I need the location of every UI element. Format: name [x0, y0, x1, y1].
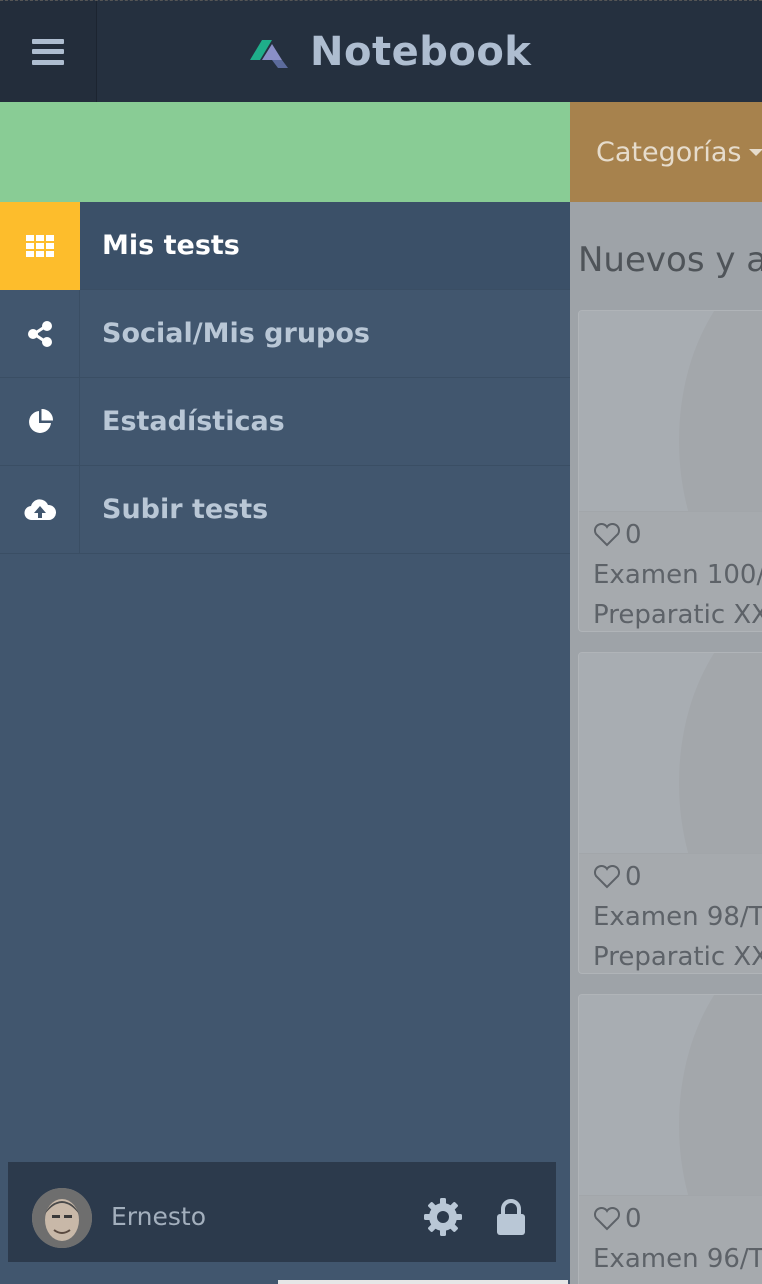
sidebar-item-social[interactable]: Social/Mis grupos: [0, 289, 570, 378]
user-panel: Ernesto: [8, 1162, 556, 1262]
likes-count: 0: [625, 520, 642, 550]
test-card[interactable]: 0 Examen 100/ Preparatic XX: [578, 310, 762, 632]
sidebar-item-label: Subir tests: [102, 494, 269, 525]
menu-icon-cell: [0, 377, 80, 466]
card-info: 0 Examen 100/ Preparatic XX: [579, 511, 762, 631]
side-drawer: Mis tests Social/Mis grupos Estadísticas: [0, 201, 570, 1284]
sidebar-item-label: Social/Mis grupos: [102, 318, 370, 349]
user-photo: [32, 1188, 92, 1248]
caret-down-icon: [749, 148, 762, 156]
cloud-upload-icon: [24, 498, 56, 520]
card-title: Examen 98/T: [593, 902, 762, 932]
avatar[interactable]: [32, 1188, 92, 1248]
likes-counter[interactable]: 0: [593, 1204, 642, 1234]
sidebar-item-label: Estadísticas: [102, 406, 285, 437]
card-info: 0 Examen 98/T Preparatic XX: [579, 853, 762, 973]
likes-count: 0: [625, 1204, 642, 1234]
notebook-logo-icon: [250, 40, 288, 68]
categories-label: Categorías: [596, 136, 742, 168]
gear-icon: [424, 1198, 462, 1236]
grid-icon: [26, 234, 54, 257]
card-info: 0 Examen 96/T: [579, 1195, 762, 1284]
home-indicator: [278, 1280, 568, 1284]
heart-icon: [593, 523, 621, 547]
card-title: Examen 96/T: [593, 1244, 762, 1274]
logout-button[interactable]: [489, 1194, 533, 1240]
test-card[interactable]: 0 Examen 98/T Preparatic XX: [578, 652, 762, 974]
menu-icon-cell: [0, 201, 80, 290]
lock-icon: [497, 1199, 525, 1235]
card-subtitle: Preparatic XX: [593, 942, 762, 972]
card-image: [579, 311, 762, 511]
sidebar-item-estadisticas[interactable]: Estadísticas: [0, 377, 570, 466]
categories-dropdown[interactable]: Categorías: [570, 102, 762, 202]
menu-icon-cell: [0, 289, 80, 378]
likes-count: 0: [625, 862, 642, 892]
heart-icon: [593, 865, 621, 889]
sidebar-item-label: Mis tests: [102, 230, 240, 261]
card-image: [579, 653, 762, 853]
test-card[interactable]: 0 Examen 96/T: [578, 994, 762, 1284]
username: Ernesto: [111, 1202, 206, 1231]
likes-counter[interactable]: 0: [593, 520, 642, 550]
hero-band: [0, 102, 570, 202]
menu-toggle-button[interactable]: [0, 1, 97, 102]
section-title: Nuevos y a: [578, 240, 762, 280]
likes-counter[interactable]: 0: [593, 862, 642, 892]
sidebar-item-mis-tests[interactable]: Mis tests: [0, 201, 570, 290]
sidebar-item-subir-tests[interactable]: Subir tests: [0, 465, 570, 554]
share-icon: [27, 320, 52, 347]
hamburger-icon: [32, 38, 64, 65]
main-content: Nuevos y a 0 Examen 100/ Preparatic XX 0…: [570, 202, 762, 1284]
top-navbar: Notebook: [0, 0, 762, 102]
settings-button[interactable]: [420, 1194, 466, 1240]
brand[interactable]: Notebook: [248, 28, 531, 76]
pie-chart-icon: [28, 408, 53, 433]
card-subtitle: Preparatic XX: [593, 600, 762, 630]
menu-icon-cell: [0, 465, 80, 554]
heart-icon: [593, 1207, 621, 1231]
card-title: Examen 100/: [593, 560, 762, 590]
brand-title: Notebook: [310, 29, 532, 75]
card-image: [579, 995, 762, 1195]
